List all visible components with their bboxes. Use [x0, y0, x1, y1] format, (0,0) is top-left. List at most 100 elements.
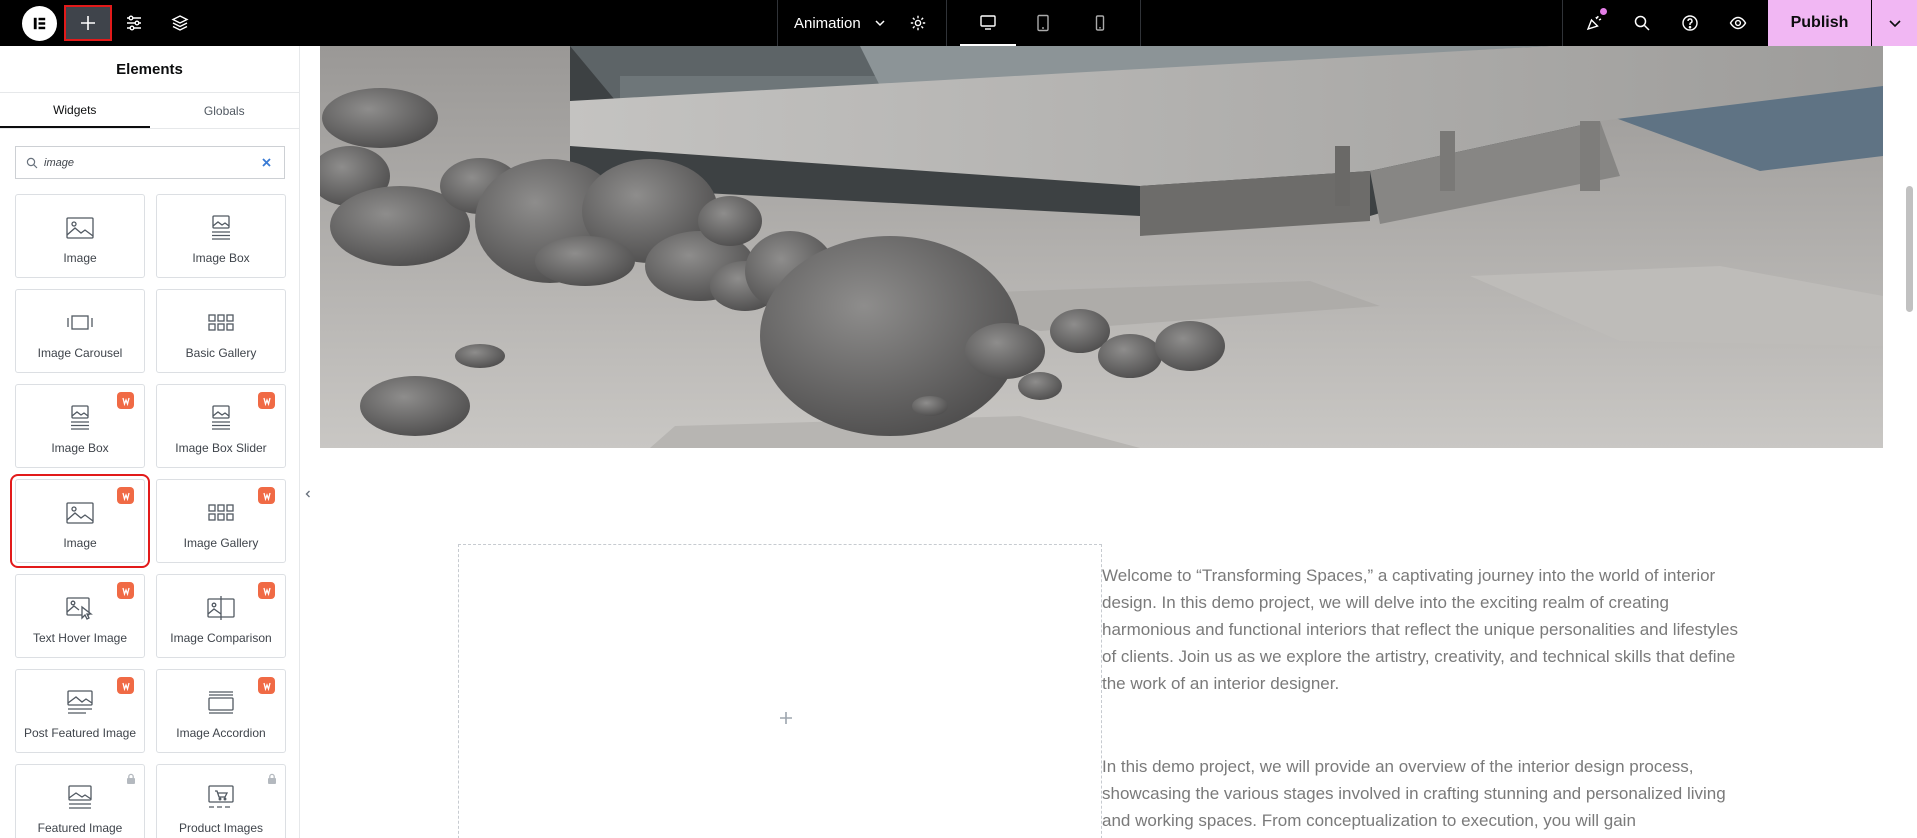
tablet-view-button[interactable]: [1025, 5, 1061, 41]
addon-badge-icon: [117, 392, 134, 409]
image-box-icon: [212, 215, 230, 240]
page-settings-button[interactable]: [900, 5, 936, 41]
image-box-icon: [67, 690, 93, 714]
widget-label: Product Images: [178, 821, 264, 835]
widget-label: Image Gallery: [183, 536, 259, 550]
image-box-icon: [68, 785, 92, 809]
widget-label: Image Box: [192, 251, 250, 265]
help-button[interactable]: [1672, 5, 1708, 41]
structure-icon: [171, 15, 189, 31]
publish-button[interactable]: Publish: [1768, 0, 1871, 46]
add-widget-plus-icon[interactable]: [778, 710, 794, 726]
elements-panel: Elements Widgets Globals Image Image Box…: [0, 46, 300, 838]
add-element-button[interactable]: [64, 5, 112, 41]
image-box-icon: [71, 405, 89, 430]
addon-badge-icon: [258, 487, 275, 504]
editor-topbar: Animation Publish: [0, 0, 1917, 46]
widget-label: Featured Image: [37, 821, 123, 835]
widget-label: Image: [63, 251, 97, 265]
lock-icon: [268, 773, 276, 784]
collapse-panel-button[interactable]: [300, 476, 316, 512]
image-icon: [66, 502, 94, 524]
widget-basic-gallery[interactable]: Basic Gallery: [156, 289, 286, 373]
help-icon: [1682, 15, 1698, 31]
search-icon: [26, 157, 38, 169]
widget-image-accordion[interactable]: Image Accordion: [156, 669, 286, 753]
addon-badge-icon: [258, 677, 275, 694]
widget-label: Image: [63, 536, 97, 550]
structure-button[interactable]: [162, 5, 198, 41]
mobile-view-button[interactable]: [1082, 5, 1118, 41]
widget-label: Text Hover Image: [32, 631, 128, 645]
document-name: Animation: [794, 14, 861, 32]
desktop-view-button[interactable]: [960, 0, 1016, 46]
widget-image-comparison[interactable]: Image Comparison: [156, 574, 286, 658]
widget-image-box-addon[interactable]: Image Box: [15, 384, 145, 468]
gallery-grid-icon: [208, 314, 234, 331]
image-icon: [66, 217, 94, 239]
addon-badge-icon: [258, 392, 275, 409]
image-carousel-icon: [67, 315, 93, 330]
canvas-scrollbar[interactable]: [1906, 186, 1913, 312]
mobile-icon: [1095, 15, 1105, 31]
lock-icon: [127, 773, 135, 784]
widget-featured-image[interactable]: Featured Image: [15, 764, 145, 838]
widget-text-hover-image[interactable]: Text Hover Image: [15, 574, 145, 658]
widget-image-carousel[interactable]: Image Carousel: [15, 289, 145, 373]
desktop-icon: [980, 15, 996, 30]
widget-image-addon[interactable]: Image: [10, 474, 150, 568]
site-settings-icon: [127, 15, 141, 31]
addon-badge-icon: [117, 677, 134, 694]
widget-label: Image Comparison: [170, 631, 272, 645]
overview-paragraph: In this demo project, we will provide an…: [1102, 757, 1726, 830]
addon-badge-icon: [258, 582, 275, 599]
panel-tabs: Widgets Globals: [0, 93, 299, 129]
image-hover-icon: [66, 597, 93, 620]
editor-canvas: Welcome to “Transforming Spaces,” a capt…: [320, 46, 1902, 838]
widget-product-images[interactable]: Product Images: [156, 764, 286, 838]
elementor-logo-icon[interactable]: [22, 6, 57, 41]
tablet-icon: [1037, 14, 1049, 32]
image-accordion-icon: [208, 691, 234, 714]
widget-image-box[interactable]: Image Box: [156, 194, 286, 278]
search-icon: [1634, 15, 1650, 31]
eye-icon: [1729, 16, 1747, 30]
widget-post-featured-image[interactable]: Post Featured Image: [15, 669, 145, 753]
document-name-dropdown[interactable]: Animation: [794, 0, 887, 46]
widget-label: Image Box: [51, 441, 109, 455]
intro-paragraph: Welcome to “Transforming Spaces,” a capt…: [1102, 566, 1738, 693]
clear-search-icon[interactable]: [261, 157, 272, 168]
chevron-down-icon: [1888, 20, 1901, 28]
tab-widgets[interactable]: Widgets: [0, 93, 150, 128]
notification-dot: [1600, 8, 1607, 15]
widget-label: Image Accordion: [176, 726, 266, 740]
addon-badge-icon: [117, 487, 134, 504]
widget-label: Image Carousel: [37, 346, 123, 360]
widget-image[interactable]: Image: [15, 194, 145, 278]
site-settings-button[interactable]: [116, 5, 152, 41]
widget-search[interactable]: [15, 146, 285, 179]
tab-globals[interactable]: Globals: [150, 93, 300, 128]
widget-image-box-slider[interactable]: Image Box Slider: [156, 384, 286, 468]
page-settings-icon: [910, 15, 926, 31]
chevron-down-icon: [875, 20, 885, 27]
finder-button[interactable]: [1624, 5, 1660, 41]
hero-image[interactable]: [320, 46, 1883, 448]
widget-image-gallery[interactable]: Image Gallery: [156, 479, 286, 563]
panel-title: Elements: [0, 46, 299, 93]
image-box-icon: [212, 405, 230, 430]
widget-label: Image Box Slider: [175, 441, 267, 455]
widget-search-input[interactable]: [44, 156, 244, 169]
whats-new-icon: [1586, 15, 1602, 31]
addon-badge-icon: [117, 582, 134, 599]
publish-options-button[interactable]: [1872, 0, 1917, 46]
preview-button[interactable]: [1720, 5, 1756, 41]
plus-icon: [81, 16, 95, 30]
empty-column-placeholder[interactable]: [458, 544, 1102, 838]
image-comparison-icon: [207, 596, 235, 620]
chevron-left-icon: [305, 490, 310, 498]
product-images-icon: [208, 785, 234, 808]
widget-label: Basic Gallery: [185, 346, 257, 360]
widget-label: Post Featured Image: [23, 726, 137, 740]
gallery-grid-icon: [208, 504, 234, 521]
